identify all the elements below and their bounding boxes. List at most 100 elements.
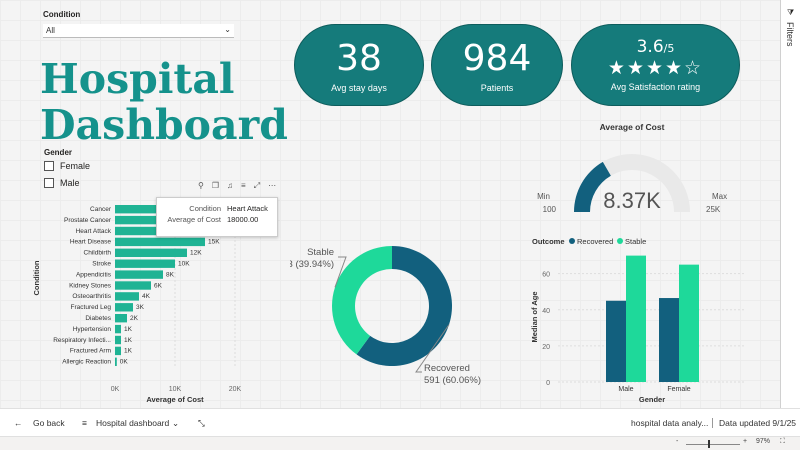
tooltip-key: Condition (189, 204, 221, 213)
category-label: Osteoarthritis (72, 293, 111, 300)
y-axis-title: Condition (32, 260, 41, 295)
page-title: Hospital Dashboard (40, 56, 288, 148)
legend-label: Recovered (577, 237, 613, 246)
collapse-icon[interactable]: ⤡ (198, 418, 205, 429)
legend-title: Outcome (532, 237, 565, 246)
tooltip-value: 18000.00 (227, 215, 259, 224)
category-label: Heart Disease (70, 239, 112, 246)
outcome-donut-chart: Recovered591 (60.06%) Stable393 (39.94%) (290, 246, 481, 386)
y-tick-label: 20 (542, 344, 550, 351)
visual-header: ⚲ ❐ ♫ ≡ ⤢ ⋯ (198, 181, 276, 191)
status-bar: - + 97% ⛶ (0, 436, 800, 450)
data-label: 6K (154, 282, 163, 289)
title-line-1: Hospital (40, 55, 235, 103)
gauge-min-label: Min (537, 192, 550, 201)
chart-tooltip: Condition Heart Attack Average of Cost 180… (156, 197, 278, 237)
condition-slicer-title: Condition (43, 10, 81, 19)
fit-page-icon[interactable]: ⛶ (780, 438, 785, 446)
page-selector[interactable]: Hospital dashboard (96, 418, 169, 428)
category-label: Appendicitis (76, 271, 112, 278)
slice-name-label: Recovered (424, 363, 470, 374)
pin-icon[interactable]: ⚲ (198, 181, 204, 191)
gender-option-female[interactable]: Female (44, 161, 90, 171)
kpi-value: 38 (336, 38, 382, 79)
x-tick-label: 0K (111, 386, 120, 393)
gauge-value: 8.37K (603, 188, 661, 213)
report-name: hospital data analy... (631, 418, 709, 428)
legend-marker (617, 238, 623, 244)
data-label: 1K (124, 326, 133, 333)
category-label: Respiratory Infecti... (53, 337, 111, 344)
tooltip-key: Average of Cost (167, 215, 221, 224)
zoom-slider-thumb[interactable] (708, 440, 710, 448)
gender-option-male[interactable]: Male (44, 178, 80, 188)
zoom-slider-track[interactable] (686, 444, 740, 445)
bar (115, 281, 151, 290)
bar (626, 255, 646, 382)
page-list-icon[interactable]: ≡ (82, 418, 87, 428)
y-tick-label: 60 (542, 272, 550, 279)
copy-icon[interactable]: ❐ (212, 181, 219, 191)
rating-suffix: /5 (663, 42, 675, 55)
filters-pane[interactable]: ⧩ Filters (780, 0, 800, 408)
data-label: 10K (178, 261, 190, 268)
kpi-label: Patients (480, 83, 514, 93)
data-updated: Data updated 9/1/25 (712, 418, 796, 428)
kpi-value: 984 (462, 38, 532, 79)
gauge-title: Average of Cost (600, 122, 665, 132)
back-arrow-icon[interactable]: ← (14, 418, 23, 428)
bar (659, 298, 679, 382)
bar (115, 357, 117, 366)
avg-cost-gauge: Average of Cost 8.37K Min 100 Max 25K (537, 122, 727, 214)
y-tick-label: 40 (542, 308, 550, 315)
data-label: 4K (142, 293, 151, 300)
kpi-patients[interactable]: 984 Patients (431, 24, 563, 106)
chevron-down-icon[interactable]: ⌄ (172, 418, 179, 429)
donut-slice (332, 246, 392, 355)
bar (115, 335, 121, 345)
bar (606, 300, 626, 382)
gender-option-label: Male (60, 178, 80, 188)
y-axis-title: Median of Age (530, 292, 539, 343)
category-label: Fractured Leg (71, 304, 112, 311)
condition-dropdown-value: All (46, 26, 55, 35)
slice-name-label: Stable (307, 247, 334, 258)
zoom-out-button[interactable]: - (676, 438, 678, 445)
gauge-min-value: 100 (543, 205, 557, 214)
category-label: Fractured Arm (70, 348, 111, 355)
category-label: Allergic Reaction (62, 359, 111, 366)
more-options-icon[interactable]: ⋯ (268, 181, 276, 191)
data-label: 2K (130, 315, 139, 322)
category-label: Kidney Stones (69, 282, 112, 289)
median-age-by-gender-chart: Outcome Recovered Stable 0 20 40 60 Male FemaleG… (530, 237, 746, 404)
gender-option-label: Female (60, 161, 91, 171)
checkbox[interactable] (44, 161, 54, 171)
bell-icon[interactable]: ♫ (227, 181, 233, 191)
condition-dropdown[interactable]: All ⌄ (43, 24, 234, 38)
category-label: Diabetes (85, 315, 111, 322)
zoom-level: 97% (756, 438, 771, 445)
gauge-max-value: 25K (706, 205, 721, 214)
data-label: 8K (166, 271, 175, 278)
category-label: Cancer (90, 206, 112, 213)
tooltip-value: Heart Attack (227, 204, 268, 213)
filters-label: Filters (785, 22, 795, 47)
bar (115, 303, 133, 312)
focus-mode-icon[interactable]: ⤢ (254, 181, 260, 191)
x-tick-label: 10K (169, 386, 182, 393)
chevron-down-icon: ⌄ (224, 25, 231, 34)
legend-label: Stable (625, 237, 646, 246)
kpi-satisfaction[interactable]: 3.6/5 ★★★★☆ Avg Satisfaction rating (571, 24, 740, 106)
gender-slicer-title: Gender (44, 148, 73, 157)
go-back-button[interactable]: Go back (33, 418, 65, 428)
zoom-in-button[interactable]: + (743, 438, 747, 445)
legend-marker (569, 238, 575, 244)
x-tick-label: Female (667, 386, 690, 393)
rating-number: 3.6 (636, 37, 664, 57)
kpi-avg-stay[interactable]: 38 Avg stay days (294, 24, 424, 106)
x-axis-title: Average of Cost (146, 395, 204, 404)
filter-icon[interactable]: ≡ (241, 181, 246, 191)
checkbox[interactable] (44, 178, 54, 188)
title-line-2: Dashboard (40, 101, 288, 149)
data-label: 1K (124, 337, 133, 344)
